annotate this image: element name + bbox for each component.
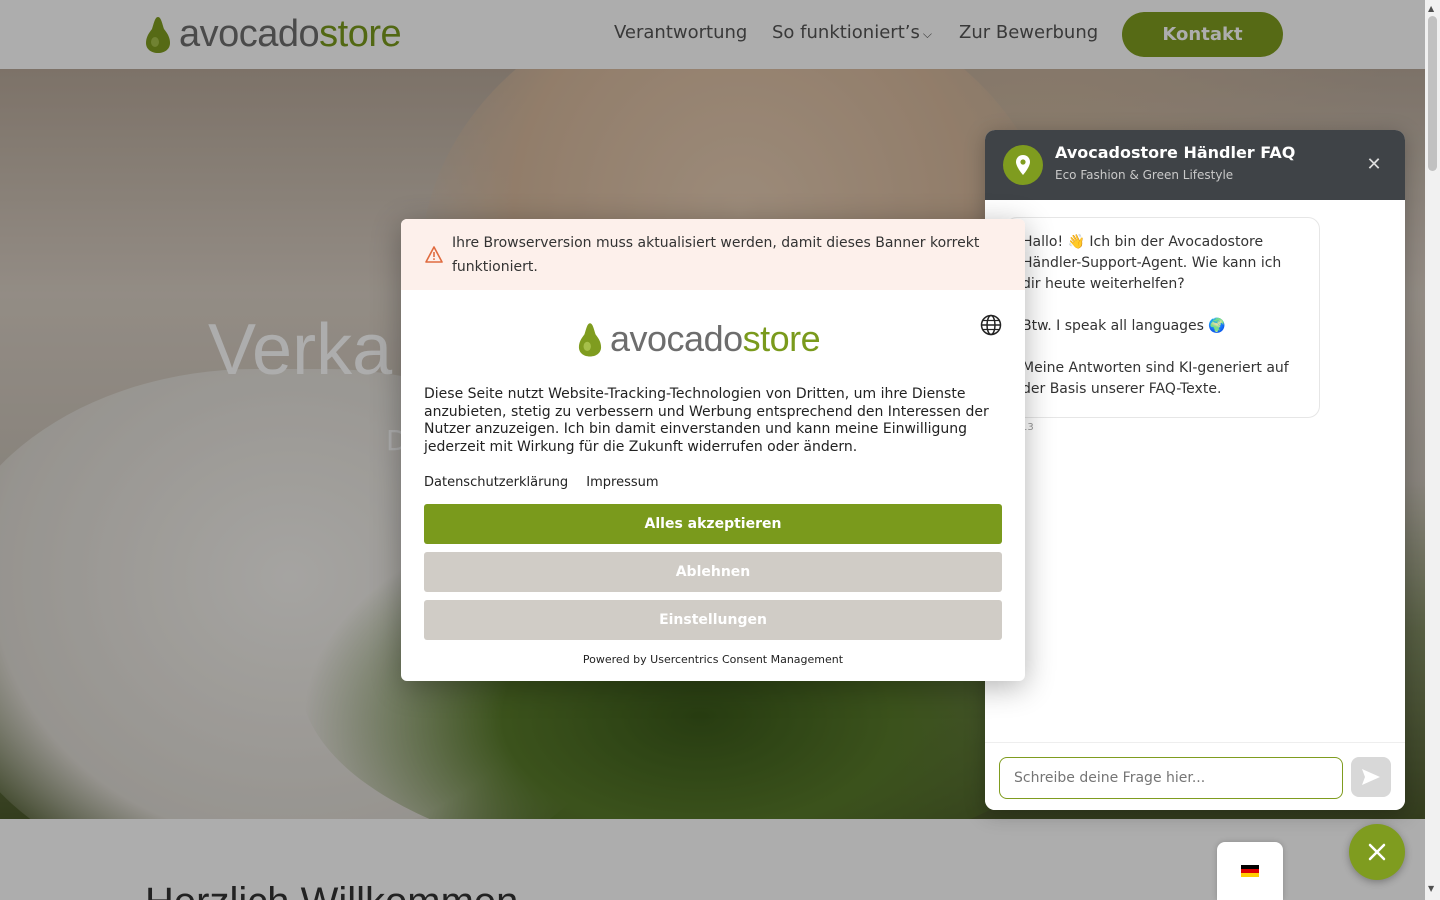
consent-logo: avocadostore (578, 318, 821, 359)
send-icon (1362, 769, 1380, 785)
chat-title: Avocadostore Händler FAQ (1055, 143, 1296, 162)
consent-logo-text-avocado: avocado (610, 318, 743, 359)
browser-warning-text: Ihre Browserversion muss aktualisiert we… (452, 235, 980, 275)
chat-widget: Avocadostore Händler FAQ Eco Fashion & G… (985, 130, 1405, 810)
chat-message-bubble: Hallo! 👋 Ich bin der Avocadostore Händle… (1005, 217, 1320, 418)
consent-links: Datenschutzerklärung Impressum (424, 475, 673, 490)
consent-modal: Ihre Browserversion muss aktualisiert we… (401, 219, 1025, 681)
scrollbar-thumb[interactable] (1428, 16, 1437, 171)
chat-toggle-button[interactable] (1349, 824, 1405, 880)
map-pin-icon (1016, 155, 1030, 175)
chat-message-ai-note: Meine Antworten sind KI-generiert auf de… (1022, 360, 1289, 397)
powered-by-text: Powered by Usercentrics Consent Manageme… (582, 653, 844, 666)
avocado-icon (578, 323, 602, 357)
settings-button[interactable]: Einstellungen (424, 600, 1002, 640)
chat-header: Avocadostore Händler FAQ Eco Fashion & G… (985, 130, 1405, 200)
scroll-down-arrow-icon[interactable]: ▼ (1428, 884, 1434, 893)
warning-icon (425, 246, 443, 263)
chat-send-button[interactable] (1351, 757, 1391, 797)
scroll-up-arrow-icon[interactable]: ▲ (1428, 4, 1434, 13)
consent-description: Diese Seite nutzt Website-Tracking-Techn… (424, 386, 989, 455)
globe-icon[interactable] (980, 314, 1002, 336)
close-icon (1368, 843, 1386, 861)
deny-button[interactable]: Ablehnen (424, 552, 1002, 592)
chat-avatar (1003, 145, 1043, 185)
browser-warning-banner: Ihre Browserversion muss aktualisiert we… (401, 219, 1025, 290)
language-switcher[interactable] (1217, 842, 1283, 900)
accept-all-button[interactable]: Alles akzeptieren (424, 504, 1002, 544)
chat-footer (985, 742, 1405, 810)
chat-message-languages: Btw. I speak all languages 🌍 (1022, 318, 1226, 334)
imprint-link[interactable]: Impressum (586, 475, 658, 490)
consent-logo-text-store: store (742, 318, 821, 359)
german-flag-icon (1241, 865, 1259, 877)
chat-close-icon[interactable]: ✕ (1364, 155, 1384, 175)
privacy-policy-link[interactable]: Datenschutzerklärung (424, 475, 568, 490)
chat-subtitle: Eco Fashion & Green Lifestyle (1055, 168, 1234, 182)
chat-question-input[interactable] (999, 757, 1343, 799)
chat-message-greeting: Hallo! 👋 Ich bin der Avocadostore Händle… (1022, 234, 1282, 292)
